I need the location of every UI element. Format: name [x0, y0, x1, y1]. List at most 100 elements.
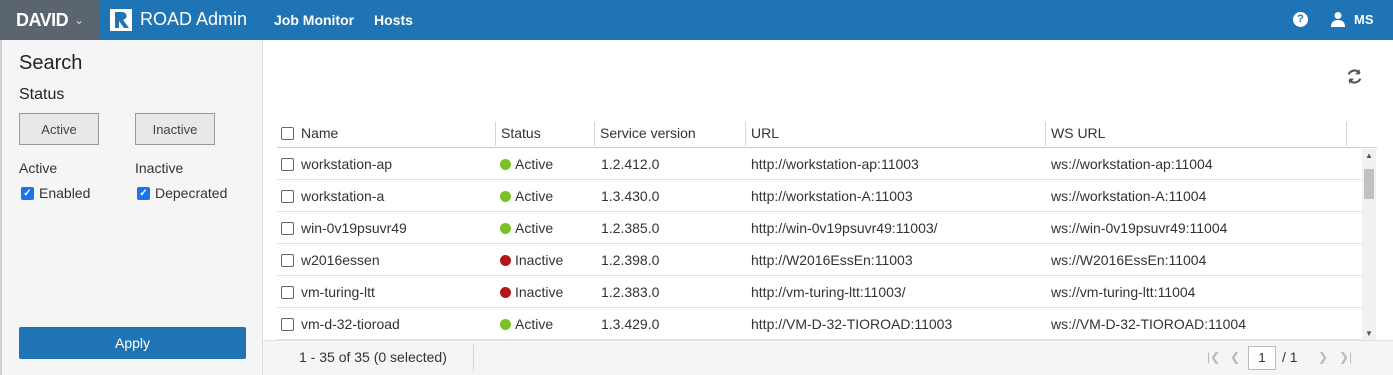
host-name: vm-d-32-tioroad — [301, 316, 400, 332]
deprecated-checkbox-row[interactable]: ✓ Depecrated — [137, 185, 227, 201]
service-version: 1.2.383.0 — [601, 284, 660, 300]
deprecated-checkbox[interactable]: ✓ — [137, 186, 150, 200]
status-dot-icon — [500, 287, 511, 298]
service-version: 1.2.398.0 — [601, 252, 660, 268]
footer-divider — [473, 345, 474, 371]
user-initials[interactable]: MS — [1354, 12, 1374, 27]
scroll-up-icon[interactable]: ▲ — [1365, 151, 1373, 160]
ws-url-cell: ws://W2016EssEn:11004 — [1051, 252, 1207, 268]
url-cell: http://W2016EssEn:11003 — [751, 252, 913, 268]
host-name: win-0v19psuvr49 — [301, 220, 407, 236]
status-cell: Inactive — [500, 244, 563, 276]
nav-job-monitor[interactable]: Job Monitor — [274, 12, 354, 28]
table-row[interactable]: vm-d-32-tioroad Active 1.3.429.0 http://… — [277, 308, 1362, 340]
scroll-thumb[interactable] — [1364, 169, 1374, 199]
help-icon[interactable]: ? — [1293, 12, 1308, 27]
search-sidebar: Search Status Active Inactive Active Ina… — [0, 40, 263, 375]
enabled-checkbox[interactable]: ✓ — [21, 186, 34, 200]
column-divider[interactable] — [1045, 122, 1046, 146]
brand-logo: DAVID — [16, 9, 69, 30]
ws-url-cell: ws://VM-D-32-TIOROAD:11004 — [1051, 316, 1247, 332]
brand-switcher[interactable]: DAVID ⌄ — [0, 0, 100, 40]
service-version: 1.2.385.0 — [601, 220, 660, 236]
ws-url-cell: ws://vm-turing-ltt:11004 — [1051, 284, 1196, 300]
status-text: Active — [515, 188, 554, 204]
status-cell: Active — [500, 212, 553, 244]
previous-page-icon[interactable]: ❮ — [1230, 350, 1240, 364]
url-cell: http://workstation-ap:11003 — [751, 156, 919, 172]
row-checkbox[interactable] — [281, 190, 294, 203]
table-row[interactable]: vm-turing-ltt Inactive 1.2.383.0 http://… — [277, 276, 1362, 308]
inactive-filter-button[interactable]: Inactive — [135, 113, 215, 145]
status-dot-icon — [500, 255, 511, 266]
column-divider[interactable] — [745, 122, 746, 146]
row-checkbox[interactable] — [281, 318, 294, 331]
column-header-name[interactable]: Name — [301, 118, 338, 148]
road-logo-icon — [110, 9, 132, 31]
host-name: w2016essen — [301, 252, 380, 268]
user-icon[interactable] — [1330, 11, 1346, 27]
url-cell: http://VM-D-32-TIOROAD:11003 — [751, 316, 953, 332]
url-cell: http://workstation-A:11003 — [751, 188, 913, 204]
status-text: Inactive — [515, 252, 564, 268]
enabled-label: Enabled — [39, 185, 91, 201]
host-name: workstation-a — [301, 188, 385, 204]
ws-url-cell: ws://win-0v19psuvr49:11004 — [1051, 220, 1228, 236]
active-group-label: Active — [19, 160, 58, 176]
status-text: Active — [515, 156, 554, 172]
refresh-icon[interactable] — [1346, 68, 1363, 85]
status-text: Active — [515, 220, 554, 236]
table-row[interactable]: workstation-ap Active 1.2.412.0 http://w… — [277, 148, 1362, 180]
last-page-icon[interactable]: ❯| — [1339, 350, 1352, 364]
status-dot-icon — [500, 223, 511, 234]
column-divider[interactable] — [594, 122, 595, 146]
column-divider[interactable] — [1346, 122, 1347, 146]
grid-footer: 1 - 35 of 35 (0 selected) |❮ ❮ 1 / 1 ❯ ❯… — [263, 340, 1393, 375]
chevron-down-icon: ⌄ — [74, 13, 85, 27]
top-bar: DAVID ⌄ ROAD Admin Job Monitor Hosts ? M… — [0, 0, 1393, 40]
column-header-url[interactable]: URL — [751, 118, 779, 148]
app-title: ROAD Admin — [140, 9, 248, 29]
service-version: 1.3.429.0 — [601, 316, 660, 332]
page-total: / 1 — [1282, 349, 1298, 365]
grid-header: Name Status Service version URL WS URL — [277, 118, 1377, 148]
status-title: Status — [19, 86, 65, 103]
host-name: vm-turing-ltt — [301, 284, 375, 300]
row-checkbox[interactable] — [281, 222, 294, 235]
status-dot-icon — [500, 319, 511, 330]
row-checkbox[interactable] — [281, 158, 294, 171]
status-cell: Active — [500, 148, 553, 180]
inactive-group-label: Inactive — [135, 160, 184, 176]
status-cell: Active — [500, 180, 553, 212]
enabled-checkbox-row[interactable]: ✓ Enabled — [21, 185, 90, 201]
status-dot-icon — [500, 159, 511, 170]
row-checkbox[interactable] — [281, 254, 294, 267]
selection-count: 1 - 35 of 35 (0 selected) — [299, 349, 447, 365]
service-version: 1.3.430.0 — [601, 188, 660, 204]
active-filter-button[interactable]: Active — [19, 113, 99, 145]
nav-hosts[interactable]: Hosts — [374, 12, 413, 28]
service-version: 1.2.412.0 — [601, 156, 660, 172]
column-divider[interactable] — [495, 122, 496, 146]
status-dot-icon — [500, 191, 511, 202]
grid-scrollbar[interactable]: ▲ ▼ — [1362, 149, 1376, 340]
table-row[interactable]: workstation-a Active 1.3.430.0 http://wo… — [277, 180, 1362, 212]
url-cell: http://win-0v19psuvr49:11003/ — [751, 220, 938, 236]
table-row[interactable]: win-0v19psuvr49 Active 1.2.385.0 http://… — [277, 212, 1362, 244]
next-page-icon[interactable]: ❯ — [1318, 350, 1328, 364]
table-row[interactable]: w2016essen Inactive 1.2.398.0 http://W20… — [277, 244, 1362, 276]
column-header-status[interactable]: Status — [501, 118, 541, 148]
search-title: Search — [19, 52, 83, 74]
column-header-service-version[interactable]: Service version — [600, 118, 696, 148]
status-text: Inactive — [515, 284, 564, 300]
status-text: Active — [515, 316, 554, 332]
ws-url-cell: ws://workstation-ap:11004 — [1051, 156, 1213, 172]
scroll-down-icon[interactable]: ▼ — [1365, 329, 1373, 338]
page-number-input[interactable]: 1 — [1248, 346, 1276, 370]
column-header-ws-url[interactable]: WS URL — [1051, 118, 1105, 148]
select-all-checkbox[interactable] — [281, 127, 294, 140]
status-cell: Active — [500, 308, 553, 340]
apply-button[interactable]: Apply — [19, 327, 246, 359]
row-checkbox[interactable] — [281, 286, 294, 299]
first-page-icon[interactable]: |❮ — [1207, 350, 1220, 364]
